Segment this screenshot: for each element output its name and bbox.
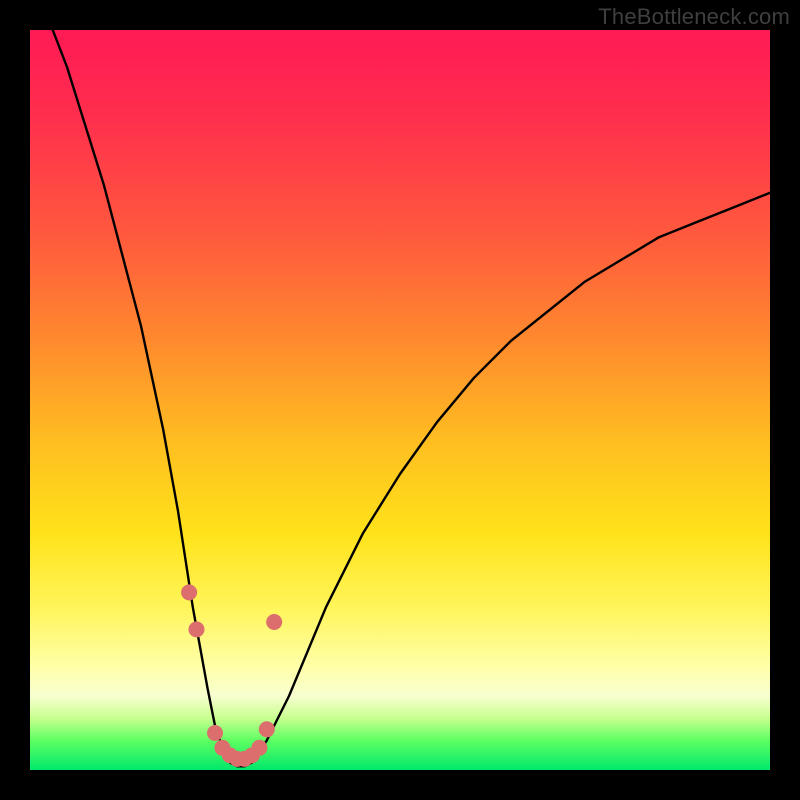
highlight-marker	[251, 740, 267, 756]
bottleneck-curve	[30, 30, 770, 766]
highlight-marker	[207, 725, 223, 741]
highlight-marker	[189, 621, 205, 637]
chart-svg-layer	[30, 30, 770, 770]
highlight-marker	[181, 584, 197, 600]
highlight-marker	[259, 721, 275, 737]
highlight-marker	[266, 614, 282, 630]
chart-frame	[30, 30, 770, 770]
watermark-text: TheBottleneck.com	[598, 4, 790, 30]
